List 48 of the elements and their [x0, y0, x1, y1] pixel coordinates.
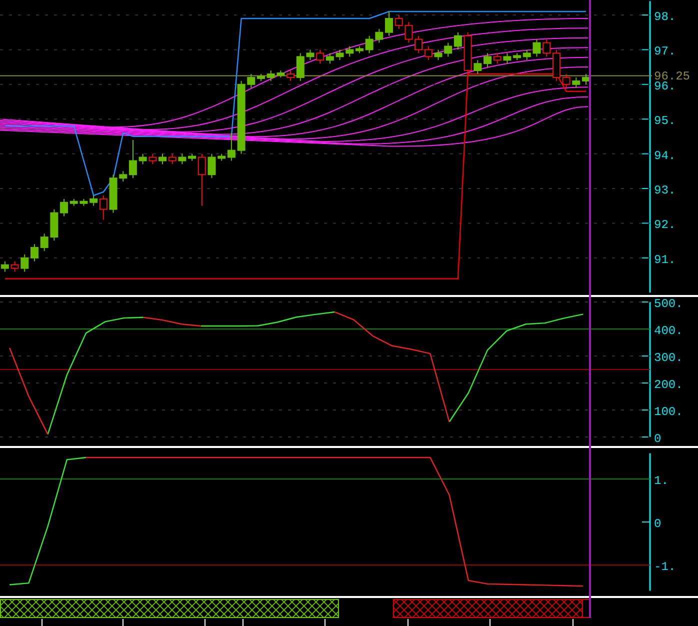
axis-label: 100.	[654, 405, 683, 419]
candlestick	[178, 153, 186, 165]
candlestick	[128, 139, 137, 179]
candlestick	[424, 46, 432, 61]
candlestick	[414, 35, 423, 54]
candlestick	[90, 194, 98, 206]
axis-label: 1.	[654, 474, 668, 488]
candlestick	[286, 70, 295, 82]
candlestick	[20, 254, 29, 272]
candlestick	[316, 49, 324, 64]
candlestick	[208, 153, 216, 179]
candlestick	[484, 52, 492, 68]
axis-label: 400.	[654, 324, 683, 338]
candlestick	[503, 52, 512, 64]
axis-label: -1.	[654, 560, 676, 574]
candlestick	[30, 244, 38, 262]
candlestick	[572, 76, 580, 88]
axis-label: 0	[654, 432, 662, 446]
candlestick	[227, 132, 236, 162]
candlestick	[10, 260, 19, 272]
axis-label: 97.	[654, 44, 676, 59]
axis-label: 95.	[654, 114, 676, 128]
candlestick	[158, 153, 166, 165]
candlestick	[326, 52, 334, 64]
candlestick	[148, 153, 157, 165]
candlestick	[99, 194, 108, 220]
candlestick	[168, 153, 176, 165]
candlestick	[542, 38, 551, 58]
candlestick	[454, 32, 462, 50]
axis-label: 200.	[654, 378, 683, 392]
candlestick	[0, 260, 9, 272]
axis-label: 0	[654, 517, 662, 531]
axis-label: 91.	[654, 252, 676, 267]
axis-label: 94.	[654, 148, 676, 163]
candlestick	[385, 11, 394, 36]
axis-label: 300.	[654, 351, 683, 365]
axis-label: 98.	[654, 10, 676, 24]
candlestick	[562, 73, 570, 88]
candlestick	[582, 73, 590, 85]
axis-label: 93.	[654, 184, 676, 198]
candlestick	[60, 198, 68, 217]
axis-label: 500.	[654, 297, 683, 311]
axis-label: 96.	[654, 79, 676, 94]
candlestick	[138, 153, 147, 165]
candlestick	[198, 153, 206, 206]
candlestick	[493, 52, 502, 64]
candlestick	[474, 60, 482, 74]
axis-label: 92.	[654, 218, 676, 232]
